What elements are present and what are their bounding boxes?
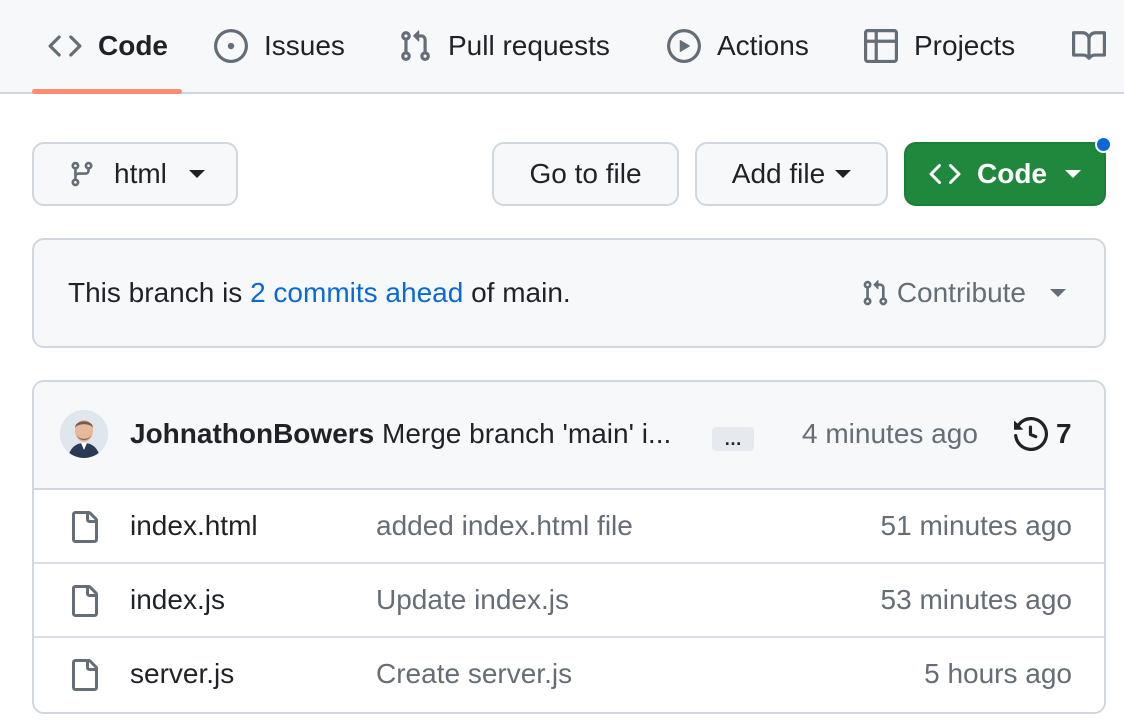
file-icon: [72, 585, 98, 617]
git-pull-request-icon: [398, 29, 432, 63]
chevron-down-icon: [1050, 289, 1066, 297]
branch-name: html: [114, 158, 167, 189]
file-commit-time: 51 minutes ago: [880, 510, 1072, 541]
branch-select-button[interactable]: html: [32, 142, 238, 206]
notification-dot: [1095, 136, 1112, 153]
repo-nav: Code Issues Pull requests Actions Projec…: [0, 0, 1124, 94]
tab-projects-label: Projects: [914, 30, 1016, 61]
table-row[interactable]: index.js Update index.js 53 minutes ago: [34, 564, 1104, 638]
contribute-dropdown[interactable]: Contribute: [861, 240, 1066, 346]
latest-commit-row: JohnathonBowers Merge branch 'main' i...…: [34, 382, 1104, 490]
tab-projects[interactable]: Projects: [864, 0, 1015, 92]
branch-status-suffix: of main.: [463, 277, 571, 308]
tab-code[interactable]: Code: [48, 0, 168, 92]
active-tab-indicator: [32, 89, 182, 94]
tab-actions-label: Actions: [717, 30, 809, 61]
contribute-label: Contribute: [896, 277, 1026, 308]
file-commit-message[interactable]: Update index.js: [376, 584, 569, 616]
tab-issues[interactable]: Issues: [214, 0, 345, 92]
code-icon: [929, 163, 961, 185]
avatar[interactable]: [60, 410, 108, 458]
commit-time: 4 minutes ago: [802, 418, 978, 449]
add-file-label: Add file: [731, 158, 826, 189]
git-branch-icon: [71, 161, 93, 187]
issue-opened-icon: [214, 29, 248, 63]
history-icon: [1014, 417, 1048, 451]
tab-issues-label: Issues: [264, 30, 345, 61]
chevron-down-icon: [188, 170, 205, 178]
branch-status-text: This branch is 2 commits ahead of main.: [68, 240, 571, 346]
file-commit-message[interactable]: Create server.js: [376, 658, 572, 690]
tab-wiki[interactable]: [1072, 0, 1122, 92]
file-listing: JohnathonBowers Merge branch 'main' i...…: [32, 380, 1106, 714]
play-icon: [667, 29, 701, 63]
file-name[interactable]: server.js: [130, 658, 234, 690]
table-row[interactable]: index.html added index.html file 51 minu…: [34, 490, 1104, 564]
branch-status-prefix: This branch is: [68, 277, 251, 308]
chevron-down-icon: [835, 170, 852, 178]
commit-message[interactable]: Merge branch 'main' i...: [382, 418, 686, 450]
file-commit-time: 53 minutes ago: [880, 584, 1072, 615]
table-icon: [864, 29, 898, 63]
table-row[interactable]: server.js Create server.js 5 hours ago: [34, 638, 1104, 712]
branch-status-banner: This branch is 2 commits ahead of main. …: [32, 238, 1106, 348]
file-name[interactable]: index.html: [130, 510, 258, 542]
tab-code-label: Code: [98, 30, 168, 61]
book-icon: [1072, 29, 1106, 63]
commit-author[interactable]: JohnathonBowers: [130, 418, 374, 450]
code-icon: [48, 29, 82, 63]
file-commit-time: 5 hours ago: [924, 658, 1072, 689]
chevron-down-icon: [1065, 170, 1081, 178]
commit-history-link[interactable]: 7: [1014, 414, 1072, 454]
file-commit-message[interactable]: added index.html file: [376, 510, 633, 542]
git-pull-request-icon: [863, 280, 888, 306]
commit-count: 7: [1056, 418, 1072, 449]
commits-ahead-link[interactable]: 2 commits ahead: [250, 277, 463, 309]
tab-pull-requests-label: Pull requests: [448, 30, 610, 61]
file-icon: [72, 511, 98, 543]
add-file-button[interactable]: Add file: [695, 142, 888, 206]
code-button-label: Code: [977, 158, 1047, 189]
code-dropdown-button[interactable]: Code: [904, 142, 1106, 206]
tab-actions[interactable]: Actions: [667, 0, 809, 92]
go-to-file-label: Go to file: [529, 158, 642, 189]
go-to-file-button[interactable]: Go to file: [492, 142, 679, 206]
tab-pull-requests[interactable]: Pull requests: [398, 0, 610, 92]
expand-commit-message-button[interactable]: …: [712, 427, 754, 451]
file-name[interactable]: index.js: [130, 584, 225, 616]
file-icon: [72, 659, 98, 691]
